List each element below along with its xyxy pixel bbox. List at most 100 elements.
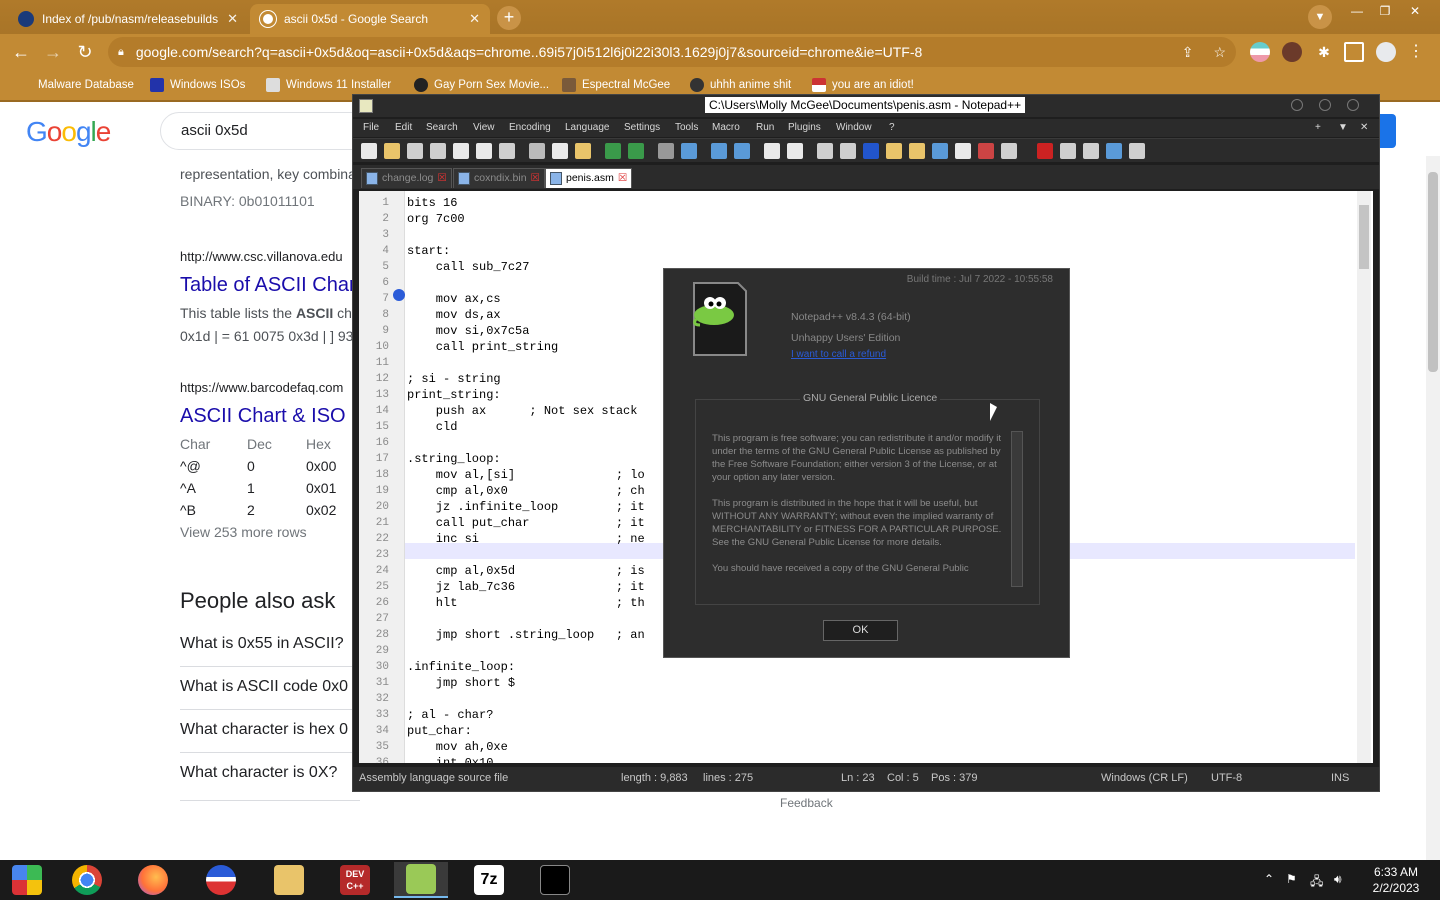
print-icon[interactable] xyxy=(499,143,515,159)
save-all-icon[interactable] xyxy=(430,143,446,159)
menu-file[interactable]: File xyxy=(363,122,379,133)
bookmark-star-icon[interactable]: ☆ xyxy=(1213,44,1226,61)
back-arrow-icon[interactable]: ← xyxy=(8,39,34,65)
code-line[interactable]: 1 bits 16 xyxy=(359,195,1359,211)
sync-horizontal-icon[interactable] xyxy=(787,143,803,159)
tab-nasm[interactable]: Index of /pub/nasm/releasebuilds ✕ xyxy=(8,4,248,34)
code-line[interactable]: 2 org 7c00 xyxy=(359,211,1359,227)
bookmark-espectral-mcgee[interactable]: Espectral McGee xyxy=(562,76,670,94)
close-all-icon[interactable] xyxy=(476,143,492,159)
bookmark-gay-porn-sex-movie[interactable]: Gay Porn Sex Movie... xyxy=(414,76,549,94)
result-cite[interactable]: http://www.csc.villanova.edu xyxy=(180,249,343,264)
monitoring-icon[interactable] xyxy=(1001,143,1017,159)
paste-icon[interactable] xyxy=(575,143,591,159)
tab-list-dropdown[interactable]: ▼ xyxy=(1338,122,1348,133)
menu-plugins[interactable]: Plugins xyxy=(788,122,821,133)
menu-view[interactable]: View xyxy=(473,122,495,133)
zoom-in-icon[interactable] xyxy=(711,143,727,159)
start-button[interactable] xyxy=(0,862,54,898)
volume-icon[interactable]: 🔊︎ xyxy=(1334,872,1342,887)
bookmark-uhhh-anime-shit[interactable]: uhhh anime shit xyxy=(690,76,791,94)
folder-workspace-icon[interactable] xyxy=(978,143,994,159)
udl-icon[interactable] xyxy=(886,143,902,159)
code-line[interactable]: 30 .infinite_loop: xyxy=(359,659,1359,675)
status-encoding[interactable]: UTF-8 xyxy=(1211,772,1242,784)
undo-icon[interactable] xyxy=(605,143,621,159)
show-all-characters-icon[interactable] xyxy=(840,143,856,159)
word-wrap-icon[interactable] xyxy=(817,143,833,159)
new-file-icon[interactable] xyxy=(361,143,377,159)
menu-language[interactable]: Language xyxy=(565,122,610,133)
code-line[interactable]: 33 ; al - char? xyxy=(359,707,1359,723)
close-window-icon[interactable] xyxy=(1347,99,1359,111)
document-list-icon[interactable] xyxy=(932,143,948,159)
menu-window[interactable]: Window xyxy=(836,122,872,133)
zoom-out-icon[interactable] xyxy=(734,143,750,159)
code-line[interactable]: 3 xyxy=(359,227,1359,243)
refund-link[interactable]: I want to call a refund xyxy=(791,349,886,360)
extensions-puzzle-icon[interactable]: ✱ xyxy=(1314,42,1334,62)
more-rows-link[interactable]: View 253 more rows xyxy=(180,524,307,540)
close-tab-icon[interactable]: ☒ xyxy=(437,172,446,184)
close-file-icon[interactable] xyxy=(453,143,469,159)
restore-icon[interactable]: ❐ xyxy=(1372,2,1398,20)
clock[interactable]: 6:33 AM 2/2/2023 xyxy=(1364,864,1428,896)
taskbar-file-explorer[interactable] xyxy=(262,862,316,898)
menu-settings[interactable]: Settings xyxy=(624,122,660,133)
ok-button[interactable]: OK xyxy=(823,620,898,641)
close-icon[interactable]: ✕ xyxy=(227,11,238,27)
run-macro-multiple-icon[interactable] xyxy=(1106,143,1122,159)
tab-google-search[interactable]: ascii 0x5d - Google Search ✕ xyxy=(250,4,490,34)
menu-macro[interactable]: Macro xyxy=(712,122,740,133)
forward-arrow-icon[interactable]: → xyxy=(40,39,66,65)
taskbar-devcpp[interactable]: DEV C++ xyxy=(328,862,382,898)
code-line[interactable]: 34 put_char: xyxy=(359,723,1359,739)
bookmark-malware-database[interactable]: Malware Database xyxy=(38,76,134,94)
bookmark-windows-isos[interactable]: Windows ISOs xyxy=(150,76,245,94)
record-macro-icon[interactable] xyxy=(1037,143,1053,159)
taskbar-terminal[interactable] xyxy=(528,862,582,898)
taskbar-app[interactable] xyxy=(194,862,248,898)
reload-icon[interactable]: ↻ xyxy=(72,39,98,65)
tab-search-chevron-icon[interactable]: ▼ xyxy=(1308,5,1332,29)
result-cite[interactable]: https://www.barcodefaq.com xyxy=(180,380,343,395)
status-insert-mode[interactable]: INS xyxy=(1331,772,1349,784)
code-line[interactable]: 32 xyxy=(359,691,1359,707)
taskbar-notepadpp[interactable] xyxy=(394,862,448,898)
extension-avatar-icon[interactable] xyxy=(1282,42,1302,62)
menu-edit[interactable]: Edit xyxy=(395,122,412,133)
menu-run[interactable]: Run xyxy=(756,122,774,133)
sync-vertical-icon[interactable] xyxy=(764,143,780,159)
result-title-link[interactable]: ASCII Chart & ISO xyxy=(180,405,346,428)
save-icon[interactable] xyxy=(407,143,423,159)
page-scrollbar-thumb[interactable] xyxy=(1428,172,1438,372)
code-line[interactable]: 31 jmp short $ xyxy=(359,675,1359,691)
file-tab-coxndix-bin[interactable]: coxndix.bin ☒ xyxy=(453,168,545,188)
menu-help[interactable]: ? xyxy=(889,122,895,133)
bookmark-you-are-an-idiot[interactable]: you are an idiot! xyxy=(812,76,914,94)
close-tab-icon[interactable]: ☒ xyxy=(531,172,540,184)
google-logo[interactable]: Google xyxy=(26,116,111,148)
profile-avatar-icon[interactable] xyxy=(1376,42,1396,62)
licence-scrollbar[interactable] xyxy=(1011,431,1023,587)
taskbar-chrome[interactable] xyxy=(60,862,114,898)
new-tab-button[interactable]: + xyxy=(497,6,521,30)
share-icon[interactable]: ⇪ xyxy=(1182,44,1194,61)
close-icon[interactable]: ✕ xyxy=(469,11,480,27)
bookmark-windows-11-installer[interactable]: Windows 11 Installer xyxy=(266,76,391,94)
network-icon[interactable]: 🖧︎ xyxy=(1310,872,1323,893)
code-line[interactable]: 36 int 0x10 xyxy=(359,755,1359,763)
cut-icon[interactable] xyxy=(529,143,545,159)
code-line[interactable]: 4 start: xyxy=(359,243,1359,259)
close-tab-icon[interactable]: ☒ xyxy=(618,172,627,184)
close-window-icon[interactable]: ✕ xyxy=(1402,2,1428,20)
extension-flag-icon[interactable] xyxy=(1250,42,1270,62)
paa-question[interactable]: What character is 0X? xyxy=(180,764,337,782)
function-list-icon[interactable] xyxy=(955,143,971,159)
result-title-link[interactable]: Table of ASCII Char xyxy=(180,274,356,297)
minimize-icon[interactable]: — xyxy=(1344,2,1370,20)
taskbar-7zip[interactable]: 7z xyxy=(462,862,516,898)
menu-tools[interactable]: Tools xyxy=(675,122,698,133)
file-tab-change-log[interactable]: change.log ☒ xyxy=(361,168,452,188)
feedback-link[interactable]: Feedback xyxy=(780,796,833,810)
